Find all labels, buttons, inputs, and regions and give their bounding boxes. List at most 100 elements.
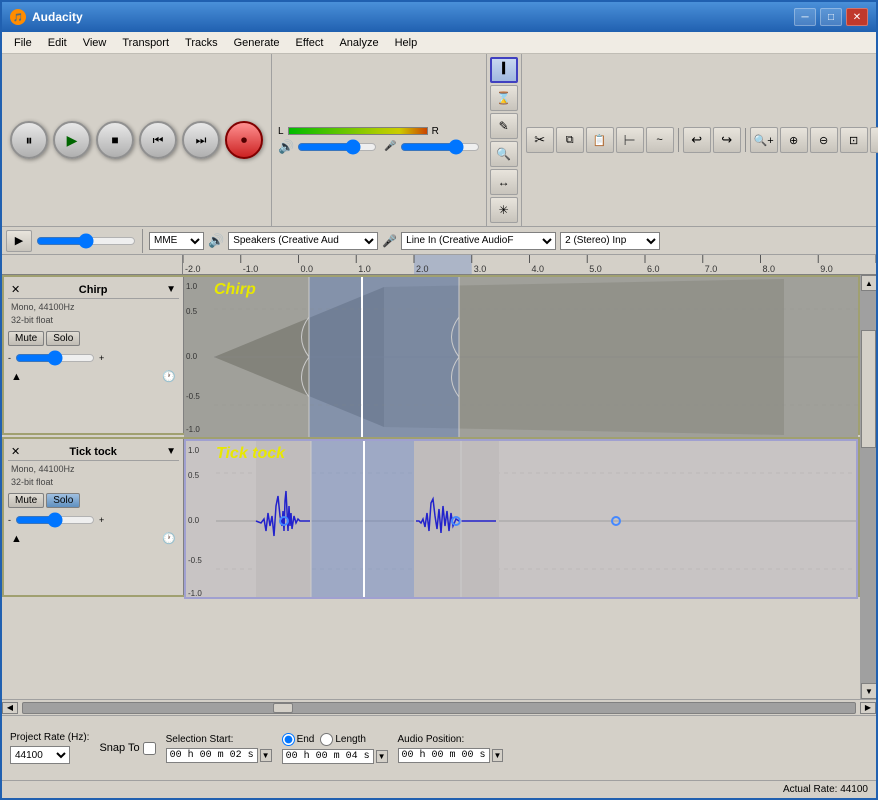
multi-tool-button[interactable]: ✳ xyxy=(490,197,518,223)
selection-tool-button[interactable]: 𝐈 xyxy=(490,57,518,83)
hscroll-thumb[interactable] xyxy=(273,703,293,713)
audio-host-select[interactable]: MME xyxy=(149,232,204,250)
track-ticktock-solo[interactable]: Solo xyxy=(46,493,80,508)
audio-pos-display: 00 h 00 m 00 s xyxy=(398,748,490,763)
record-button[interactable]: ⏺ xyxy=(225,121,263,159)
menu-analyze[interactable]: Analyze xyxy=(331,35,386,51)
time-ruler-container: -2.0-1.00.01.02.03.04.05.06.07.08.09.010… xyxy=(2,255,876,275)
input-mic-icon: 🎤 xyxy=(384,141,396,152)
svg-text:2.0: 2.0 xyxy=(416,264,429,274)
hscroll-right[interactable]: ▶ xyxy=(860,702,876,714)
draw-tool-button[interactable]: ✎ xyxy=(490,113,518,139)
menu-generate[interactable]: Generate xyxy=(226,35,288,51)
app-icon: 🎵 xyxy=(10,9,26,25)
skip-end-button[interactable]: ⏭ xyxy=(182,121,220,159)
track-chirp-close[interactable]: ✕ xyxy=(11,283,20,296)
cut-button[interactable]: ✂ xyxy=(526,127,554,153)
track-chirp-time-icon[interactable]: 🕐 xyxy=(162,370,176,383)
minimize-button[interactable]: ─ xyxy=(794,8,816,26)
track-chirp-collapse[interactable]: ▲ xyxy=(11,371,22,383)
vscroll-up[interactable]: ▲ xyxy=(861,275,876,291)
zoom-tool-button[interactable]: 🔍 xyxy=(490,141,518,167)
track-ticktock-dropdown[interactable]: ▼ xyxy=(166,446,176,457)
length-radio-option[interactable]: Length xyxy=(320,733,366,746)
input-volume-slider[interactable] xyxy=(400,141,480,153)
track-ticktock-mute[interactable]: Mute xyxy=(8,493,44,508)
undo-button[interactable]: ↩ xyxy=(683,127,711,153)
menu-edit[interactable]: Edit xyxy=(40,35,75,51)
input-device-select[interactable]: Line In (Creative AudioF xyxy=(401,232,556,250)
y-label-0.0: 0.0 xyxy=(186,352,197,361)
length-label: Length xyxy=(335,734,366,745)
end-radio-option[interactable]: End xyxy=(282,733,315,746)
envelope-tool-button[interactable]: ⌛ xyxy=(490,85,518,111)
menu-file[interactable]: File xyxy=(6,35,40,51)
paste-button[interactable]: 📋 xyxy=(586,127,614,153)
track-chirp-gain: - + xyxy=(8,350,179,366)
hscroll-track xyxy=(22,702,856,714)
menu-view[interactable]: View xyxy=(75,35,115,51)
skip-start-button[interactable]: ⏮ xyxy=(139,121,177,159)
redo-button[interactable]: ↪ xyxy=(713,127,741,153)
y-label-0.5: 0.5 xyxy=(186,307,197,316)
zoom-fit-button[interactable]: ⊡ xyxy=(840,127,868,153)
silence-button[interactable]: ~ xyxy=(646,127,674,153)
track-ticktock-gain: - + xyxy=(8,512,179,528)
play-speed-slider[interactable] xyxy=(36,235,136,247)
tracks-area: ✕ Chirp ▼ Mono, 44100Hz 32-bit float Mut… xyxy=(2,275,876,699)
end-label: End xyxy=(297,734,315,745)
zoom-out-button[interactable]: ⊖ xyxy=(810,127,838,153)
menu-tracks[interactable]: Tracks xyxy=(177,35,226,51)
snap-to-checkbox[interactable] xyxy=(143,742,156,755)
trim-button[interactable]: ⊢ xyxy=(616,127,644,153)
menu-effect[interactable]: Effect xyxy=(288,35,332,51)
track-chirp-dropdown[interactable]: ▼ xyxy=(166,284,176,295)
track-ticktock-waveform: 1.0 0.5 0.0 -0.5 -1.0 Tick tock xyxy=(184,439,858,599)
copy-button[interactable]: ⧉ xyxy=(556,127,584,153)
edit-sep2 xyxy=(745,128,746,152)
stop-button[interactable]: ■ xyxy=(96,121,134,159)
close-button[interactable]: ✕ xyxy=(846,8,868,26)
start-time-display: 00 h 00 m 02 s xyxy=(166,748,258,763)
length-radio[interactable] xyxy=(320,733,333,746)
play-at-speed-button[interactable]: ▶ xyxy=(6,230,32,252)
project-rate-select[interactable]: 44100 xyxy=(10,746,70,764)
track-ticktock-gain-slider[interactable] xyxy=(15,512,95,528)
output-volume-slider[interactable] xyxy=(297,141,377,153)
menu-help[interactable]: Help xyxy=(387,35,426,51)
track-ticktock-close[interactable]: ✕ xyxy=(11,445,20,458)
output-device-select[interactable]: Speakers (Creative Aud xyxy=(228,232,378,250)
track-ticktock-time-icon[interactable]: 🕐 xyxy=(162,532,176,545)
title-bar: 🎵 Audacity ─ □ ✕ xyxy=(2,2,876,32)
gain-plus-label2: + xyxy=(99,515,104,525)
track-ticktock-collapse[interactable]: ▲ xyxy=(11,533,22,545)
track-chirp-mute[interactable]: Mute xyxy=(8,331,44,346)
audio-pos-dropdown[interactable]: ▼ xyxy=(492,749,504,762)
end-radio[interactable] xyxy=(282,733,295,746)
workspace: -2.0-1.00.01.02.03.04.05.06.07.08.09.010… xyxy=(2,255,876,715)
track-chirp-solo[interactable]: Solo xyxy=(46,331,80,346)
output-volume-r: R xyxy=(432,126,439,137)
vscroll-down[interactable]: ▼ xyxy=(861,683,876,699)
end-time-dropdown[interactable]: ▼ xyxy=(376,750,388,763)
zoom-sel-button[interactable]: ⊟ xyxy=(870,127,878,153)
start-time-dropdown[interactable]: ▼ xyxy=(260,749,272,762)
project-rate-label: Project Rate (Hz): xyxy=(10,732,89,743)
pause-button[interactable]: ⏸ xyxy=(10,121,48,159)
channel-select[interactable]: 2 (Stereo) Inp xyxy=(560,232,660,250)
project-rate-field: Project Rate (Hz): 44100 xyxy=(10,732,89,764)
zoom-normal-button[interactable]: ⊕ xyxy=(780,127,808,153)
vscroll-thumb[interactable] xyxy=(861,330,876,448)
track-ticktock-label: Tick tock xyxy=(216,445,285,463)
transport-toolbar: ⏸ ▶ ■ ⏮ ⏭ ⏺ xyxy=(2,54,272,226)
track-chirp-label: Chirp xyxy=(214,281,256,299)
play-button[interactable]: ▶ xyxy=(53,121,91,159)
track-ticktock-name: Tick tock xyxy=(69,446,117,458)
menu-transport[interactable]: Transport xyxy=(114,35,177,51)
timeshift-tool-button[interactable]: ↔ xyxy=(490,169,518,195)
maximize-button[interactable]: □ xyxy=(820,8,842,26)
svg-text:0.0: 0.0 xyxy=(301,264,314,274)
track-chirp-gain-slider[interactable] xyxy=(15,350,95,366)
zoom-in-button[interactable]: 🔍+ xyxy=(750,127,778,153)
hscroll-left[interactable]: ◀ xyxy=(2,702,18,714)
